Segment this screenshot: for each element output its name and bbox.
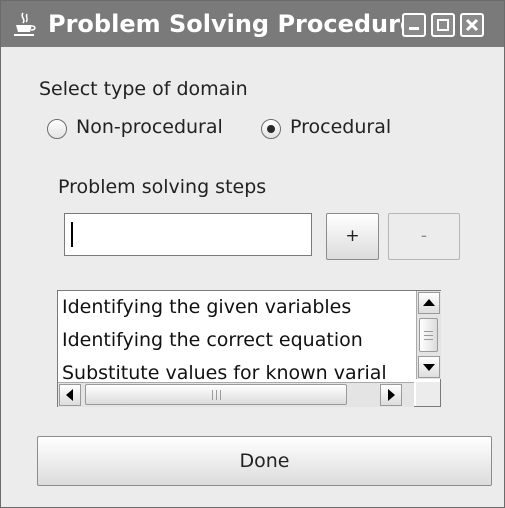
close-button[interactable] [460, 13, 484, 37]
radio-procedural-label[interactable]: Procedural [290, 116, 391, 138]
scroll-right-button[interactable] [380, 384, 402, 406]
vertical-scrollbar[interactable] [416, 291, 441, 379]
vertical-scroll-thumb[interactable] [419, 318, 438, 352]
radio-procedural[interactable] [261, 119, 281, 139]
list-item[interactable]: Identifying the given variables [62, 296, 351, 318]
minimize-button[interactable] [402, 13, 426, 37]
text-caret [71, 222, 73, 247]
add-step-button[interactable]: + [326, 213, 379, 260]
arrow-right-icon [388, 389, 395, 401]
problem-solving-window: Problem Solving Procedure Select type of… [0, 0, 505, 508]
scroll-up-button[interactable] [418, 292, 440, 314]
scrollbar-corner [416, 382, 440, 406]
radio-selected-dot [267, 125, 275, 133]
remove-step-button[interactable]: - [388, 213, 460, 260]
maximize-button[interactable] [431, 13, 455, 37]
java-cup-icon [11, 11, 37, 37]
list-item[interactable]: Substitute values for known varial [62, 362, 387, 384]
done-button[interactable]: Done [37, 436, 492, 486]
list-item[interactable]: Identifying the correct equation [62, 329, 363, 351]
domain-type-label: Select type of domain [39, 78, 248, 100]
radio-non-procedural[interactable] [47, 119, 67, 139]
step-input[interactable] [64, 213, 312, 256]
window-title: Problem Solving Procedure [48, 10, 417, 38]
scroll-left-button[interactable] [59, 384, 81, 406]
steps-label: Problem solving steps [58, 176, 267, 198]
arrow-left-icon [66, 389, 73, 401]
minimize-icon [409, 27, 419, 30]
arrow-down-icon [423, 364, 435, 371]
scroll-down-button[interactable] [418, 356, 440, 378]
maximize-icon [437, 19, 449, 31]
horizontal-scroll-thumb[interactable] [85, 384, 347, 405]
close-icon [465, 18, 479, 32]
arrow-up-icon [423, 299, 435, 306]
title-bar[interactable]: Problem Solving Procedure [1, 1, 504, 47]
horizontal-scrollbar[interactable] [58, 382, 414, 407]
radio-non-procedural-label[interactable]: Non-procedural [76, 116, 223, 138]
